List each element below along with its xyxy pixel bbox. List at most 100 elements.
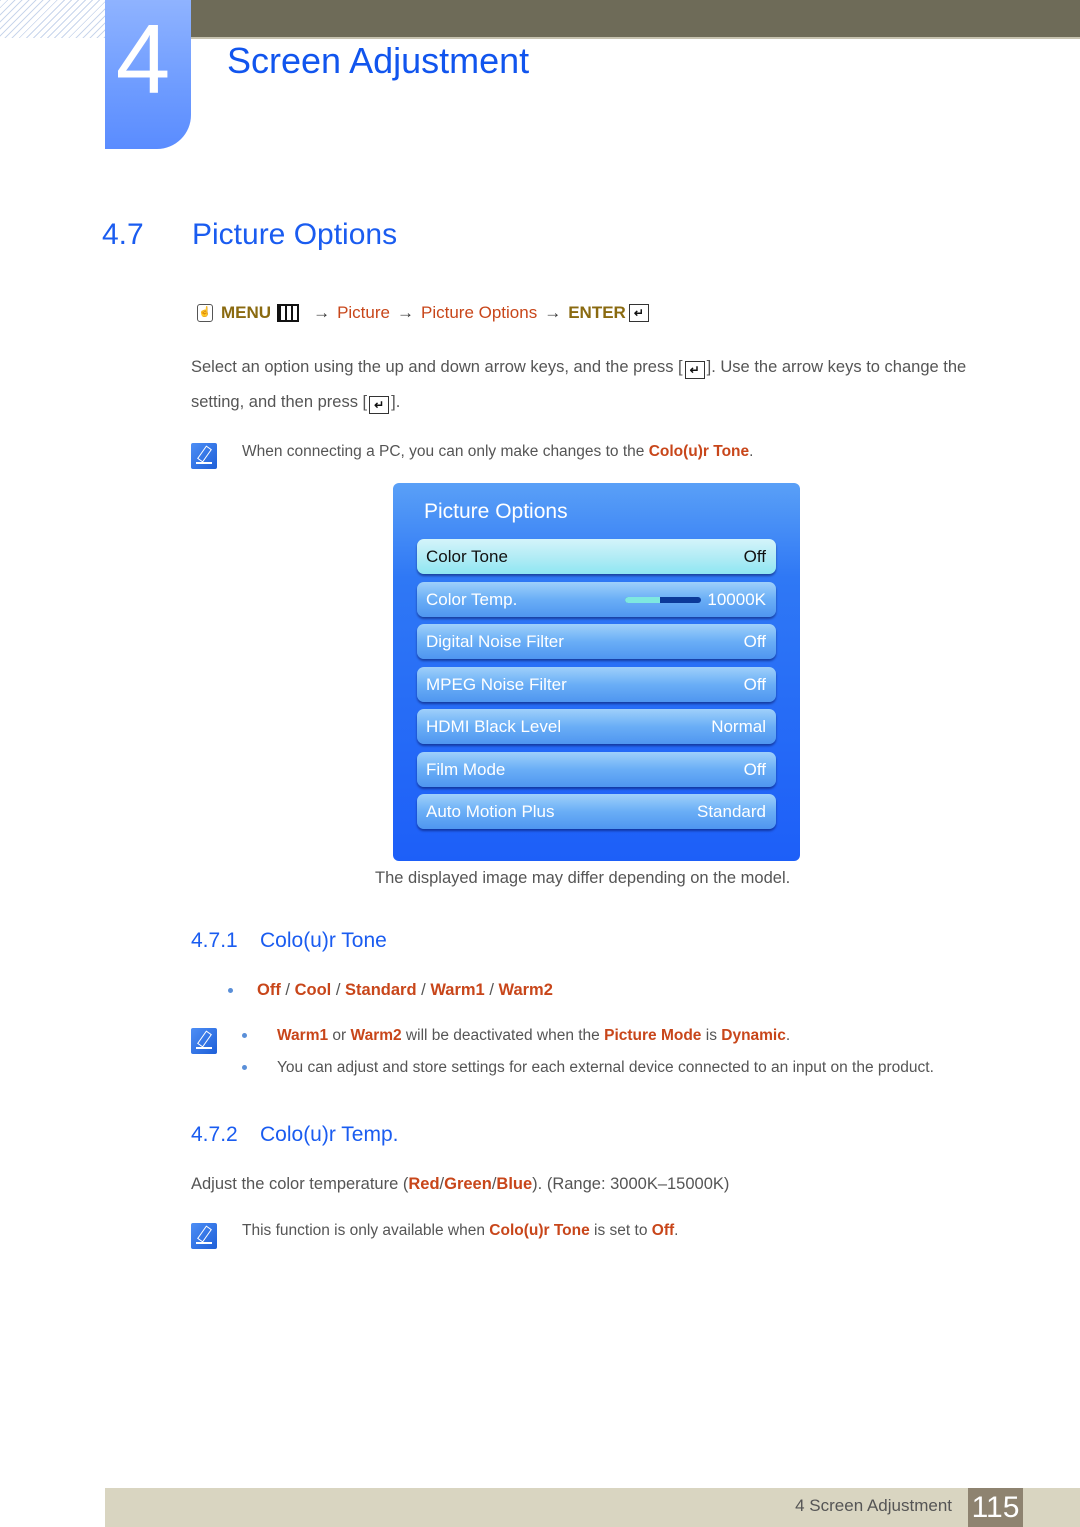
osd-row-label: Film Mode <box>426 759 506 779</box>
subsection-heading-colour-temp: 4.7.2 Colo(u)r Temp. <box>191 1123 399 1147</box>
osd-row-film-mode[interactable]: Film Mode Off <box>417 752 776 787</box>
osd-row-label: Auto Motion Plus <box>426 801 555 821</box>
intro-text-1: Select an option using the up and down a… <box>191 358 683 376</box>
option-cool: Cool <box>294 981 332 999</box>
enter-label: ENTER <box>568 303 626 322</box>
hand-touch-icon: ☝ <box>197 304 213 322</box>
image-caption: The displayed image may differ depending… <box>375 869 791 887</box>
hl-red: Red <box>408 1175 440 1193</box>
slider-fill <box>625 596 660 603</box>
text: You can adjust and store settings for ea… <box>277 1059 934 1076</box>
page-number: 115 <box>968 1488 1023 1527</box>
subsection-title: Colo(u)r Temp. <box>260 1123 399 1146</box>
separator: / <box>416 981 431 999</box>
option-off: Off <box>257 981 281 999</box>
subsection-number: 4.7.1 <box>191 929 238 952</box>
footer-chapter-label: 4 Screen Adjustment <box>795 1496 952 1515</box>
osd-row-auto-motion-plus[interactable]: Auto Motion Plus Standard <box>417 794 776 829</box>
arrow-icon: → <box>396 303 414 322</box>
subsection-heading-colour-tone: 4.7.1 Colo(u)r Tone <box>191 929 387 953</box>
menu-step-picture-options: Picture Options <box>420 303 538 322</box>
osd-row-label: MPEG Noise Filter <box>426 674 567 694</box>
enter-key-icon: ↵ <box>628 304 649 322</box>
hl-picture-mode: Picture Mode <box>604 1027 702 1044</box>
chapter-number: 4 <box>115 4 171 114</box>
text: Adjust the color temperature ( <box>191 1175 409 1193</box>
osd-row-color-temp[interactable]: Color Temp. 10000K <box>417 582 776 617</box>
colour-temp-description: Adjust the color temperature (Red/Green/… <box>191 1175 729 1194</box>
note-icon <box>191 1223 217 1249</box>
menu-button-icon <box>277 304 300 322</box>
option-warm2: Warm2 <box>498 981 553 999</box>
text: . <box>674 1222 679 1239</box>
section-heading: 4.7 Picture Options <box>102 218 397 252</box>
subsection-number: 4.7.2 <box>191 1123 238 1146</box>
osd-row-label: Color Temp. <box>426 589 518 609</box>
option-warm1: Warm1 <box>430 981 485 999</box>
subsection-title: Colo(u)r Tone <box>260 929 387 952</box>
header-bar <box>190 0 1080 39</box>
menu-label: MENU <box>221 303 272 322</box>
section-title: Picture Options <box>192 218 398 251</box>
menu-step-picture: Picture <box>337 303 390 322</box>
bullet-icon <box>242 1033 247 1039</box>
page-footer: 4 Screen Adjustment 115 <box>105 1488 1080 1527</box>
text: or <box>328 1027 351 1044</box>
note-end: . <box>749 443 754 460</box>
chapter-tab: 4 <box>105 0 191 149</box>
osd-row-mpeg-noise-filter[interactable]: MPEG Noise Filter Off <box>417 667 776 702</box>
intro-paragraph: Select an option using the up and down a… <box>191 350 1001 420</box>
note-colour-temp-availability: This function is only available when Col… <box>242 1222 678 1240</box>
text: is set to <box>589 1222 652 1239</box>
hl-green: Green <box>444 1175 492 1193</box>
note-icon <box>191 1028 217 1054</box>
osd-row-value: Off <box>743 546 766 566</box>
text: will be deactivated when the <box>401 1027 605 1044</box>
hl-warm1: Warm1 <box>277 1027 329 1044</box>
section-number: 4.7 <box>102 218 144 251</box>
picture-options-osd-menu: Picture Options Color Tone Off Color Tem… <box>393 483 800 861</box>
hl-blue: Blue <box>496 1175 533 1193</box>
note-warm-deactivated: Warm1 or Warm2 will be deactivated when … <box>242 1027 790 1045</box>
bullet-icon <box>242 1065 247 1071</box>
header-hatch-decoration <box>0 0 105 38</box>
osd-row-label: Color Tone <box>426 546 508 566</box>
menu-path: ☝ MENU → Picture → Picture Options → ENT… <box>197 303 649 323</box>
note-icon <box>191 443 217 469</box>
text: . <box>785 1027 791 1044</box>
enter-key-icon: ↵ <box>684 361 705 379</box>
osd-row-value: Normal <box>711 716 766 736</box>
note-text: When connecting a PC, you can only make … <box>242 443 649 460</box>
bullet-icon <box>228 988 233 994</box>
osd-row-color-tone[interactable]: Color Tone Off <box>417 539 776 574</box>
arrow-icon: → <box>313 303 331 322</box>
text: ). (Range: 3000K–15000K) <box>532 1175 730 1193</box>
hl-warm2: Warm2 <box>350 1027 402 1044</box>
osd-row-hdmi-black-level[interactable]: HDMI Black Level Normal <box>417 709 776 744</box>
option-standard: Standard <box>345 981 417 999</box>
osd-row-label: HDMI Black Level <box>426 716 562 736</box>
text: is <box>701 1027 722 1044</box>
hl-off: Off <box>651 1222 675 1239</box>
separator: / <box>331 981 346 999</box>
osd-row-value: 10000K <box>707 589 766 609</box>
note-highlight: Colo(u)r Tone <box>648 443 750 460</box>
hl-colour-tone: Colo(u)r Tone <box>489 1222 590 1239</box>
osd-row-value: Off <box>743 759 766 779</box>
colour-tone-options: Off / Cool / Standard / Warm1 / Warm2 <box>228 981 553 1000</box>
osd-row-value: Off <box>743 674 766 694</box>
osd-title: Picture Options <box>424 500 568 523</box>
text: This function is only available when <box>242 1222 490 1239</box>
separator: / <box>484 981 499 999</box>
color-temp-slider[interactable] <box>625 596 702 603</box>
osd-row-label: Digital Noise Filter <box>426 631 564 651</box>
osd-row-value: Standard <box>697 801 766 821</box>
separator: / <box>280 981 295 999</box>
note-store-settings: You can adjust and store settings for ea… <box>242 1059 934 1077</box>
osd-row-digital-noise-filter[interactable]: Digital Noise Filter Off <box>417 624 776 659</box>
arrow-icon: → <box>544 303 562 322</box>
intro-text-3: ]. <box>391 393 401 411</box>
note-pc-connection: When connecting a PC, you can only make … <box>242 443 753 461</box>
osd-row-value: Off <box>743 631 766 651</box>
enter-key-icon: ↵ <box>369 396 390 414</box>
